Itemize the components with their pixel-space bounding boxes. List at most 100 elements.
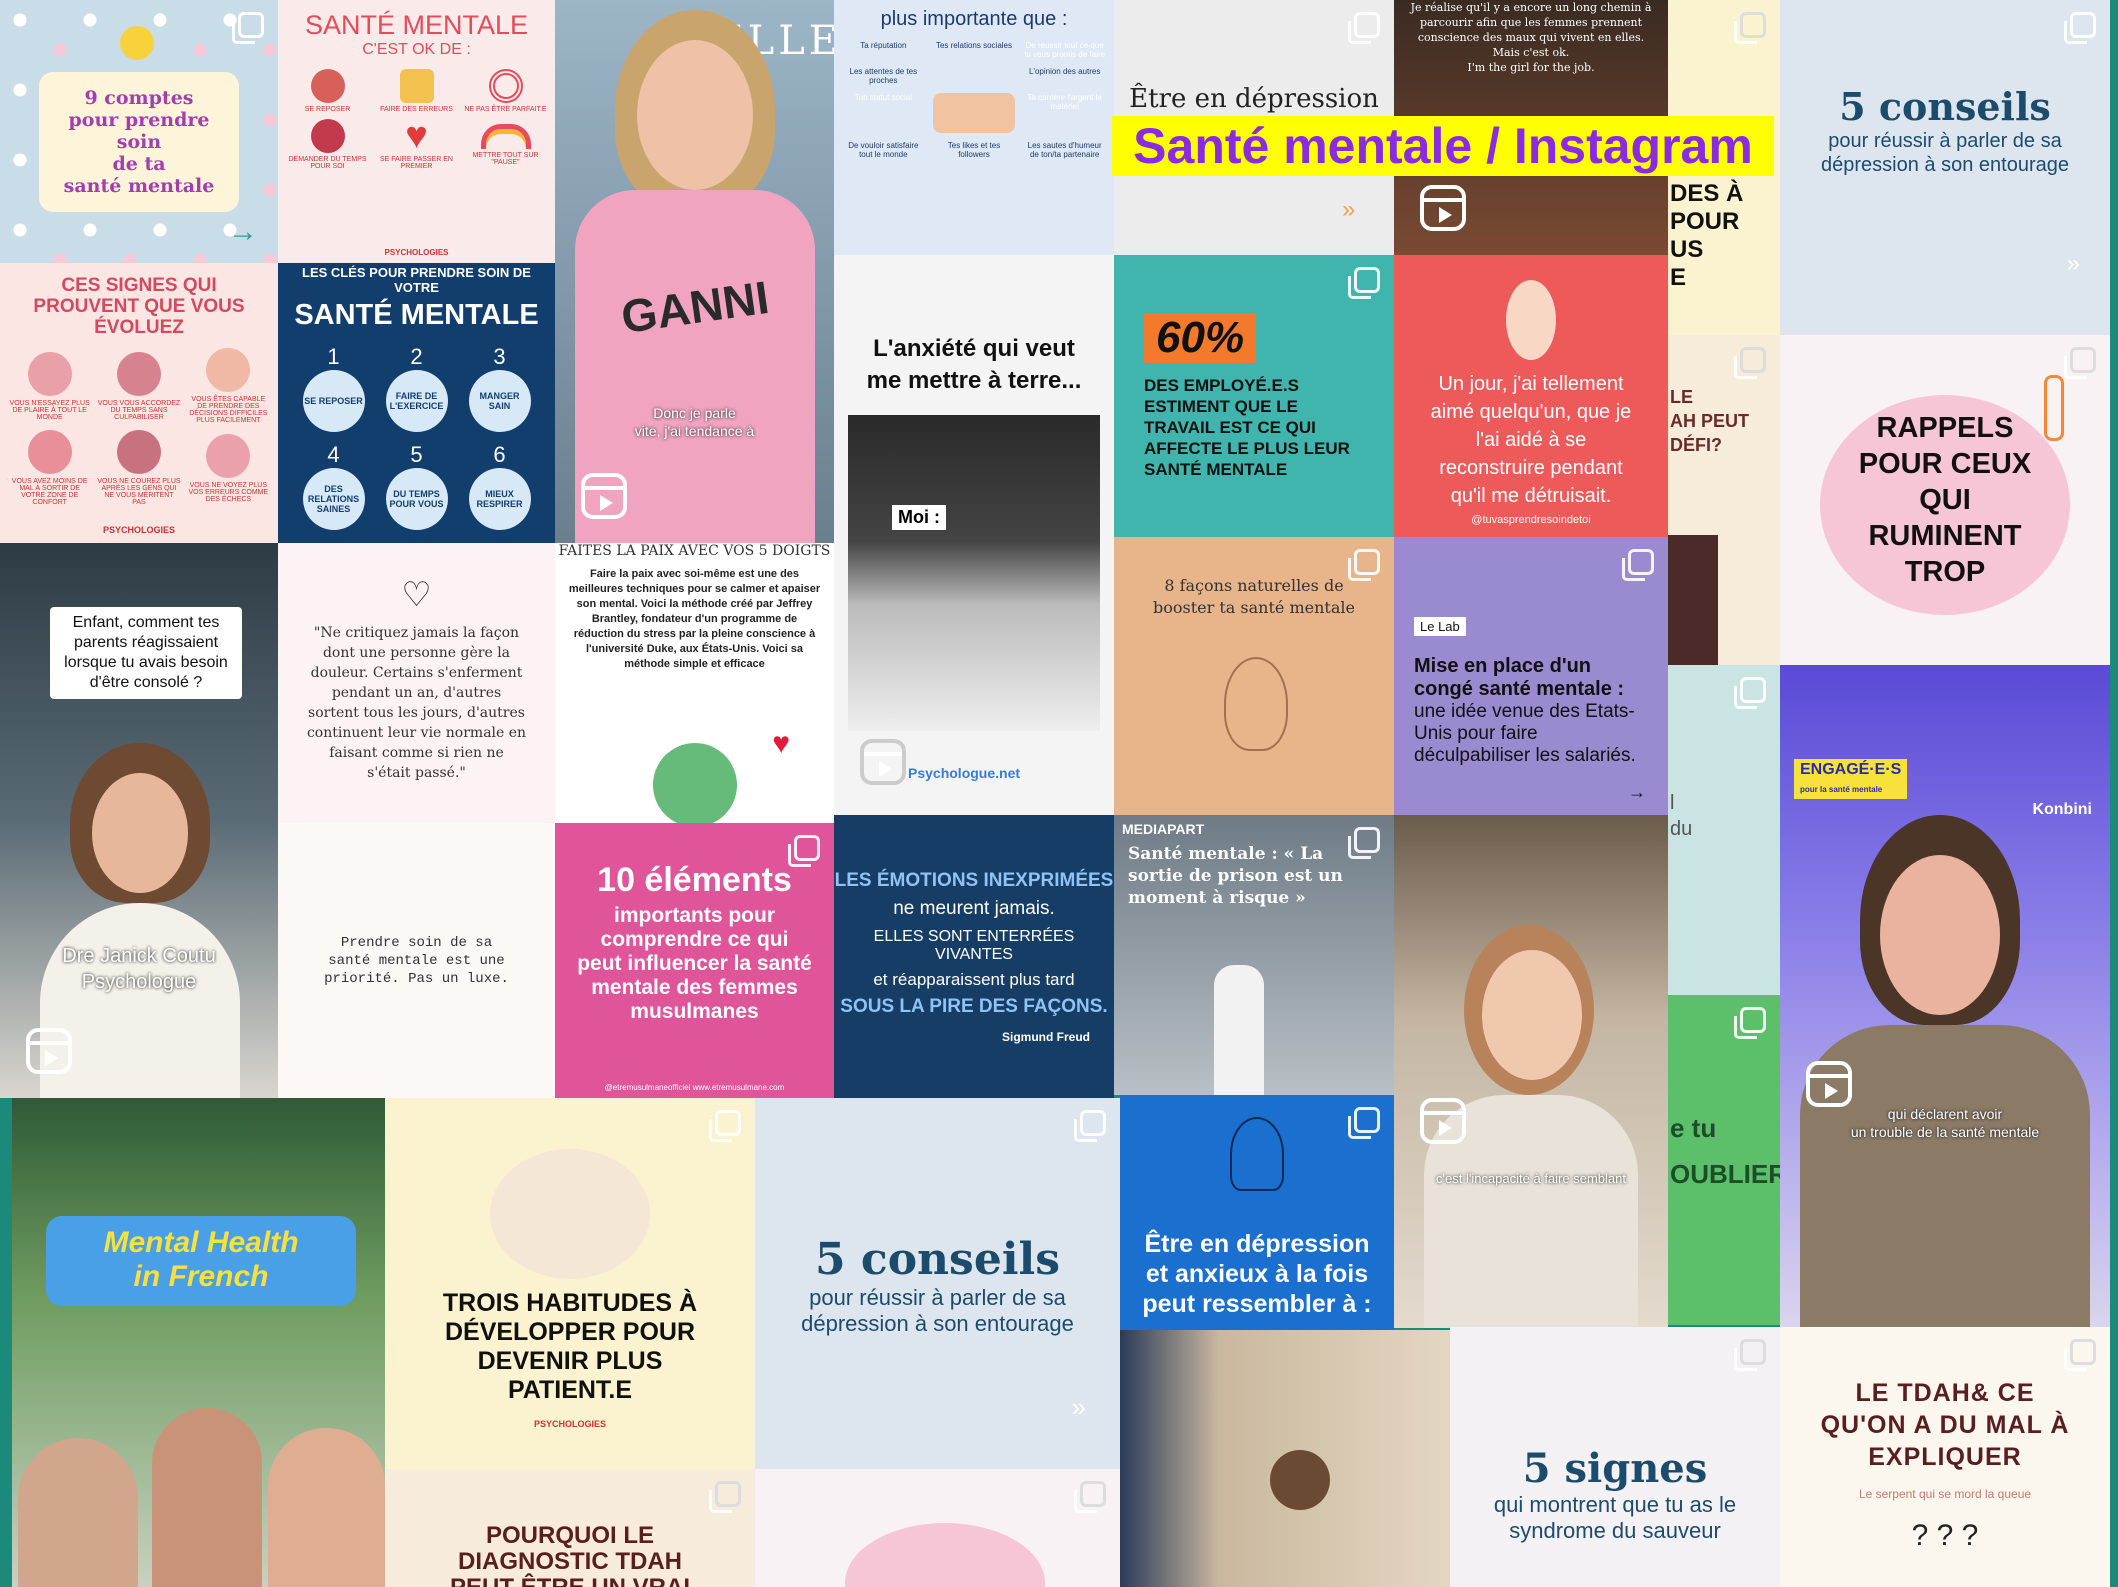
brand: MEDIAPART: [1122, 821, 1205, 837]
title-badge: Mental Health in French: [46, 1216, 356, 1306]
illustration: [490, 1148, 650, 1279]
post-60-pourcent[interactable]: 60% DES EMPLOYÉ.E.S ESTIMENT QUE LE TRAV…: [1114, 255, 1394, 537]
stat: 60%: [1144, 312, 1257, 363]
item-text: Ta carrière l'argent le matériel: [1027, 93, 1102, 111]
post-paix-5-doigts[interactable]: FAITES LA PAIX AVEC VOS 5 DOIGTS Faire l…: [555, 543, 834, 823]
post-elle-video[interactable]: ELLE GANNI Donc je parle vite, j'ai tend…: [555, 0, 834, 543]
post-mediapart[interactable]: MEDIAPART Santé mentale : « La sortie de…: [1114, 815, 1394, 1095]
post-title: 5 conseils: [1839, 84, 2051, 129]
post-partial-teal[interactable]: l du: [1668, 665, 1780, 995]
post-9-comptes[interactable]: 9 comptes pour prendre soin de ta santé …: [0, 0, 278, 263]
post-trois-habitudes[interactable]: TROIS HABITUDES À DÉVELOPPER POUR DEVENI…: [385, 1098, 755, 1469]
reel-icon: [581, 473, 627, 519]
paperclip-icon: [2044, 375, 2064, 441]
brand: PSYCHOLOGIES: [533, 1418, 606, 1429]
reel-icon: [1806, 1061, 1852, 1107]
question-marks: ? ? ?: [1911, 1519, 1979, 1552]
post-text: l du: [1670, 792, 1693, 840]
target-icon: [488, 69, 523, 103]
item-text: VOUS ÊTES CAPABLE DE PRENDRE DES DÉCISIO…: [189, 396, 268, 424]
post-subtitle: pour réussir à parler de sa dépression à…: [801, 1285, 1074, 1336]
reel-icon: [26, 1028, 72, 1074]
post-rappels-partial[interactable]: [755, 1469, 1120, 1587]
post-tdah-expliquer[interactable]: LE TDAH& CE QU'ON A DU MAL À EXPLIQUER L…: [1780, 1327, 2110, 1587]
post-rappels[interactable]: RAPPELS POUR CEUX QUI RUMINENT TROP: [1780, 335, 2110, 665]
carousel-icon: [1348, 549, 1380, 581]
carousel-icon: [1074, 1481, 1106, 1513]
post-depression-anxieux[interactable]: Être en dépression et anxieux à la fois …: [1120, 1095, 1394, 1330]
line-drawing: [1224, 657, 1288, 751]
post-partial-tdah[interactable]: LE AH PEUT DÉFI?: [1668, 335, 1780, 665]
post-text: Enfant, comment tes parents réagissaient…: [50, 607, 242, 699]
face: [637, 40, 753, 190]
post-konbini[interactable]: ENGAGÉ·E·S pour la santé mentale Konbini…: [1780, 665, 2110, 1327]
arrow-right-icon: →: [1628, 782, 1646, 802]
post-5-conseils-top[interactable]: 5 conseils pour réussir à parler de sa d…: [1780, 0, 2110, 335]
item-number: 5: [410, 442, 423, 467]
post-prendre-soin[interactable]: Prendre soin de sa santé mentale est une…: [278, 823, 555, 1098]
post-le-lab[interactable]: Le Lab Mise en place d'un congé santé me…: [1394, 537, 1668, 815]
errors-icon: [399, 69, 434, 103]
brand: PSYCHOLOGIES: [102, 525, 175, 535]
post-text: importants pour comprendre ce qui peut i…: [577, 904, 812, 1023]
carousel-icon: [709, 1110, 741, 1142]
post-title: L'anxiété qui veut me mettre à terre...: [866, 335, 1082, 394]
post-subtitle: C'EST OK DE :: [362, 41, 471, 58]
post-sante-ok[interactable]: SANTÉ MENTALE C'EST OK DE : SE REPOSER F…: [278, 0, 555, 263]
carousel-icon: [788, 835, 820, 867]
decor: [1668, 535, 1718, 665]
post-title: 5 signes: [1522, 1445, 1708, 1492]
item-text: DU TEMPS POUR VOUS: [389, 489, 444, 509]
post-cles-sante[interactable]: LES CLÉS POUR PRENDRE SOIN DE VOTRE SANT…: [278, 263, 555, 543]
caption: qui déclarent avoir un trouble de la san…: [1850, 1106, 2040, 1140]
post-incapacite[interactable]: c'est l'incapacité à faire semblant: [1394, 815, 1668, 1328]
post-partial-green[interactable]: e tu OUBLIER: [1668, 995, 1780, 1325]
caption: Dre Janick Coutu Psychologue: [62, 945, 216, 993]
line4: et réapparaissent plus tard: [873, 969, 1075, 989]
hand-icon: [653, 743, 737, 823]
post-title: 5 conseils: [814, 1234, 1061, 1285]
carousel-icon: [232, 12, 264, 44]
post-text: LE AH PEUT DÉFI?: [1670, 387, 1750, 455]
brand: Psychologue.net: [908, 765, 1021, 781]
post-un-jour[interactable]: Un jour, j'ai tellement aimé quelqu'un, …: [1394, 255, 1668, 537]
caption: c'est l'incapacité à faire semblant: [1436, 1171, 1626, 1186]
post-text: Faire la paix avec soi-même est une des …: [568, 568, 821, 670]
post-quote-douleur[interactable]: ♡ "Ne critiquez jamais la façon dont une…: [278, 543, 555, 823]
line1: LES ÉMOTIONS INEXPRIMÉES: [834, 869, 1114, 891]
post-text: Prendre soin de sa santé mentale est une…: [324, 934, 509, 987]
line5: SOUS LA PIRE DES FAÇONS.: [840, 995, 1108, 1017]
carousel-icon: [1348, 827, 1380, 859]
person: [1214, 965, 1264, 1095]
post-title: plus importante que :: [880, 8, 1068, 30]
post-5-signes[interactable]: 5 signes qui montrent que tu as le syndr…: [1450, 1327, 1780, 1587]
post-emotions[interactable]: LES ÉMOTIONS INEXPRIMÉES ne meurent jama…: [834, 815, 1114, 1098]
item-text: Ta réputation: [860, 41, 907, 50]
author: Sigmund Freud: [1002, 1029, 1090, 1044]
item-text: SE REPOSER: [304, 106, 351, 113]
carousel-icon: [2064, 347, 2096, 379]
handle: @etremusulmaneofficiel www.etremusulmane…: [604, 1083, 785, 1092]
item-text: METTRE TOUT SUR "PAUSE": [472, 151, 539, 166]
post-anxiete[interactable]: L'anxiété qui veut me mettre à terre... …: [834, 255, 1114, 815]
post-room-photo[interactable]: [1120, 1330, 1450, 1587]
badge: ENGAGÉ·E·S pour la santé mentale: [1794, 759, 1908, 799]
post-text: 9 comptes pour prendre soin de ta santé …: [63, 86, 215, 197]
post-10-elements[interactable]: 10 éléments importants pour comprendre c…: [555, 823, 834, 1098]
post-title: Mental Health: [103, 1226, 299, 1259]
post-5-conseils-bottom[interactable]: 5 conseils pour réussir à parler de sa d…: [755, 1098, 1120, 1469]
post-plus-importante[interactable]: plus importante que : Ta réputation Tes …: [834, 0, 1114, 255]
figure-illustration: [1230, 1117, 1284, 1191]
item-text: Tes relations sociales: [935, 41, 1013, 50]
item-text: SE REPOSER: [304, 396, 363, 406]
face: [1880, 855, 2000, 1015]
handle: @tuvasprendresoindetoi: [1471, 514, 1591, 526]
post-8-facons[interactable]: 8 façons naturelles de booster ta santé …: [1114, 537, 1394, 815]
item-text: FAIRE DE L'EXERCICE: [389, 391, 444, 411]
post-tdah-diagnostic[interactable]: POURQUOI LE DIAGNOSTIC TDAH PEUT ÊTRE UN…: [385, 1469, 755, 1587]
post-mental-health-french[interactable]: Mental Health in French: [12, 1098, 385, 1587]
post-8-signes[interactable]: CES SIGNES QUI PROUVENT QUE VOUS ÉVOLUEZ…: [0, 263, 278, 543]
item-number: 4: [327, 442, 340, 467]
post-dre-coutu[interactable]: Enfant, comment tes parents réagissaient…: [0, 543, 278, 1098]
face: [92, 773, 188, 893]
